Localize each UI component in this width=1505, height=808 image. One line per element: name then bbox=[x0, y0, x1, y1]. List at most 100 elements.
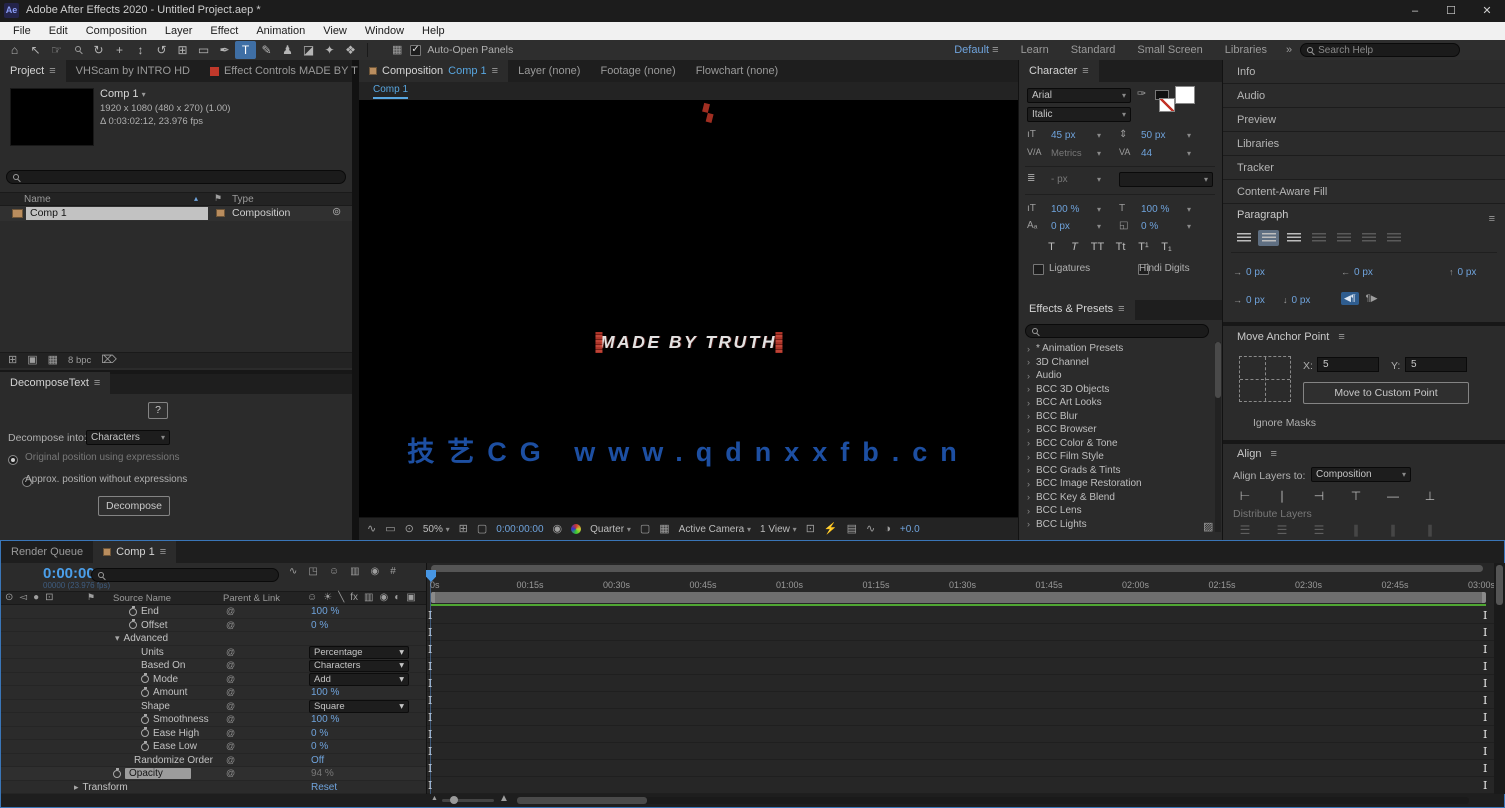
tab-paragraph[interactable]: Paragraph ≡ bbox=[1223, 204, 1505, 226]
menu-file[interactable]: File bbox=[4, 22, 40, 40]
magnification-dropdown[interactable]: 50% ▾ bbox=[423, 524, 450, 535]
audio-icon[interactable]: ◅ bbox=[19, 593, 27, 603]
dolly-tool[interactable]: ↕ bbox=[130, 41, 151, 59]
layer-row[interactable]: II bbox=[427, 692, 1495, 709]
shy-icon[interactable]: ☺ bbox=[307, 593, 317, 603]
grid-options-icon[interactable]: ⊞ bbox=[459, 524, 468, 535]
tab-libraries[interactable]: Libraries bbox=[1223, 132, 1505, 156]
effects-category-bcc-color-tone[interactable]: ›BCC Color & Tone bbox=[1019, 437, 1215, 451]
tab-footage-none[interactable]: Footage (none) bbox=[590, 60, 685, 82]
menu-window[interactable]: Window bbox=[356, 22, 413, 40]
radio-original-position[interactable] bbox=[8, 455, 18, 465]
timeline-icon[interactable]: ▤ bbox=[847, 524, 857, 535]
flowchart-icon[interactable]: ⊚ bbox=[332, 207, 341, 218]
stroke-color-swatch[interactable] bbox=[1159, 98, 1175, 112]
layer-row[interactable]: II bbox=[427, 726, 1495, 743]
layer-out-point[interactable]: I bbox=[1483, 609, 1487, 622]
column-name[interactable]: Name bbox=[24, 194, 51, 205]
pickwhip-icon[interactable]: @ bbox=[226, 660, 235, 670]
roto-brush-tool[interactable]: ✦ bbox=[319, 41, 340, 59]
graph-editor-icon[interactable]: # bbox=[390, 567, 396, 577]
always-preview-icon[interactable]: ∿ bbox=[367, 524, 376, 535]
workspace-standard[interactable]: Standard bbox=[1060, 40, 1127, 60]
comp-viewer-tab[interactable]: Comp 1 bbox=[373, 84, 408, 99]
auto-open-panels-checkbox[interactable] bbox=[410, 45, 421, 56]
menu-view[interactable]: View bbox=[314, 22, 356, 40]
frame-blending-icon[interactable]: ▥ bbox=[350, 567, 359, 577]
tab-info[interactable]: Info bbox=[1223, 60, 1505, 84]
baseline-shift-dropdown[interactable]: 0 px▾ bbox=[1047, 219, 1105, 234]
layer-out-point[interactable]: I bbox=[1483, 643, 1487, 656]
stopwatch-icon[interactable] bbox=[141, 743, 149, 751]
value-offset[interactable]: 0 % bbox=[311, 620, 328, 631]
pickwhip-icon[interactable]: @ bbox=[226, 687, 235, 697]
column-type[interactable]: Type bbox=[232, 194, 254, 205]
tsume-dropdown[interactable]: 0 %▾ bbox=[1137, 219, 1195, 234]
leading-dropdown[interactable]: 50 px▾ bbox=[1137, 128, 1195, 143]
timeline-zoom-knob[interactable] bbox=[450, 796, 458, 804]
expand-expander-icon[interactable]: ▸ bbox=[74, 782, 79, 793]
expand-icon[interactable]: › bbox=[1027, 411, 1030, 421]
property-opacity[interactable]: Opacity bbox=[125, 768, 191, 779]
column-source-name[interactable]: Source Name bbox=[113, 593, 171, 604]
workspace-default[interactable]: Default ≡ bbox=[943, 40, 1009, 60]
value-transform[interactable]: Reset bbox=[311, 782, 337, 793]
menu-composition[interactable]: Composition bbox=[77, 22, 156, 40]
tab-move-anchor-point[interactable]: Move Anchor Point ≡ bbox=[1223, 326, 1505, 348]
stopwatch-icon[interactable] bbox=[129, 608, 137, 616]
workspace-menu-icon[interactable]: ≡ bbox=[989, 44, 998, 56]
tracking-dropdown[interactable]: 44▾ bbox=[1137, 146, 1195, 161]
tab-flowchart-none[interactable]: Flowchart (none) bbox=[686, 60, 789, 82]
roi-icon[interactable]: ▢ bbox=[640, 524, 650, 535]
text-direction-rtl-button[interactable]: ◀¶ bbox=[1341, 292, 1359, 305]
transparency-grid-icon[interactable]: ▦ bbox=[659, 524, 669, 535]
pickwhip-icon[interactable]: @ bbox=[226, 714, 235, 724]
pan-behind-tool[interactable]: ⊞ bbox=[172, 41, 193, 59]
ligatures-checkbox[interactable] bbox=[1033, 264, 1044, 275]
menu-animation[interactable]: Animation bbox=[247, 22, 314, 40]
timeline-zoom-slider[interactable] bbox=[442, 799, 494, 802]
pickwhip-icon[interactable]: @ bbox=[226, 620, 235, 630]
collapse-icon[interactable]: ☀ bbox=[323, 593, 332, 603]
trash-icon[interactable]: ⌦ bbox=[101, 355, 117, 366]
paragraph-indent-left-field[interactable]: →0 px bbox=[1233, 262, 1265, 280]
pickwhip-icon[interactable]: @ bbox=[226, 701, 235, 711]
effects-category-bcc-lens[interactable]: ›BCC Lens bbox=[1019, 504, 1215, 518]
expand-icon[interactable]: › bbox=[1027, 344, 1030, 354]
menu-effect[interactable]: Effect bbox=[201, 22, 247, 40]
panel-menu-icon[interactable]: ≡ bbox=[1271, 448, 1277, 460]
tab-effects-presets[interactable]: Effects & Presets ≡ bbox=[1019, 298, 1135, 320]
effects-category-bcc-blur[interactable]: ›BCC Blur bbox=[1019, 410, 1215, 424]
mini-flowchart-icon[interactable]: ∿ bbox=[289, 567, 297, 577]
value-ease-low[interactable]: 0 % bbox=[311, 741, 328, 752]
align-hcenter-button[interactable]: ∣ bbox=[1270, 488, 1294, 504]
clone-stamp-tool[interactable]: ♟ bbox=[277, 41, 298, 59]
close-button[interactable]: ✕ bbox=[1469, 0, 1505, 22]
hand-tool[interactable]: ☞ bbox=[46, 41, 67, 59]
paragraph-space-before-field[interactable]: ↑0 px bbox=[1449, 262, 1476, 280]
value-amount[interactable]: 100 % bbox=[311, 687, 339, 698]
threed-icon[interactable]: ▣ bbox=[406, 593, 415, 603]
layer-out-point[interactable]: I bbox=[1483, 745, 1487, 758]
stopwatch-icon[interactable] bbox=[141, 675, 149, 683]
distribute-right-button[interactable]: ∥ bbox=[1418, 522, 1442, 538]
expand-icon[interactable]: › bbox=[1027, 384, 1030, 394]
lock-icon[interactable]: ⊡ bbox=[45, 593, 53, 603]
tab-tracker[interactable]: Tracker bbox=[1223, 156, 1505, 180]
tab-vhscam-by-intro-hd[interactable]: VHScam by INTRO HD bbox=[66, 60, 200, 82]
anchor-y-field[interactable]: 5 bbox=[1405, 357, 1467, 372]
viewer-timecode[interactable]: 0:00:00:00 bbox=[496, 524, 543, 535]
layer-row[interactable]: II bbox=[427, 607, 1495, 624]
decompose-button[interactable]: Decompose bbox=[98, 496, 170, 516]
layer-out-point[interactable]: I bbox=[1483, 694, 1487, 707]
effects-category-audio[interactable]: ›Audio bbox=[1019, 369, 1215, 383]
camera-dropdown[interactable]: Active Camera ▾ bbox=[679, 524, 751, 535]
layer-out-point[interactable]: I bbox=[1483, 660, 1487, 673]
effects-category-bcc-key-blend[interactable]: ›BCC Key & Blend bbox=[1019, 491, 1215, 505]
hide-shy-icon[interactable]: ☺ bbox=[329, 567, 339, 577]
distribute-top-button[interactable]: ☰ bbox=[1233, 522, 1257, 538]
composition-canvas[interactable]: MADE BY TRUTH ▚ 技艺CG www.qdnxxfb.cn bbox=[359, 100, 1018, 517]
shape-tool[interactable]: ▭ bbox=[193, 41, 214, 59]
channels-icon[interactable] bbox=[571, 524, 581, 534]
align-left-button[interactable]: ⊢ bbox=[1233, 488, 1257, 504]
